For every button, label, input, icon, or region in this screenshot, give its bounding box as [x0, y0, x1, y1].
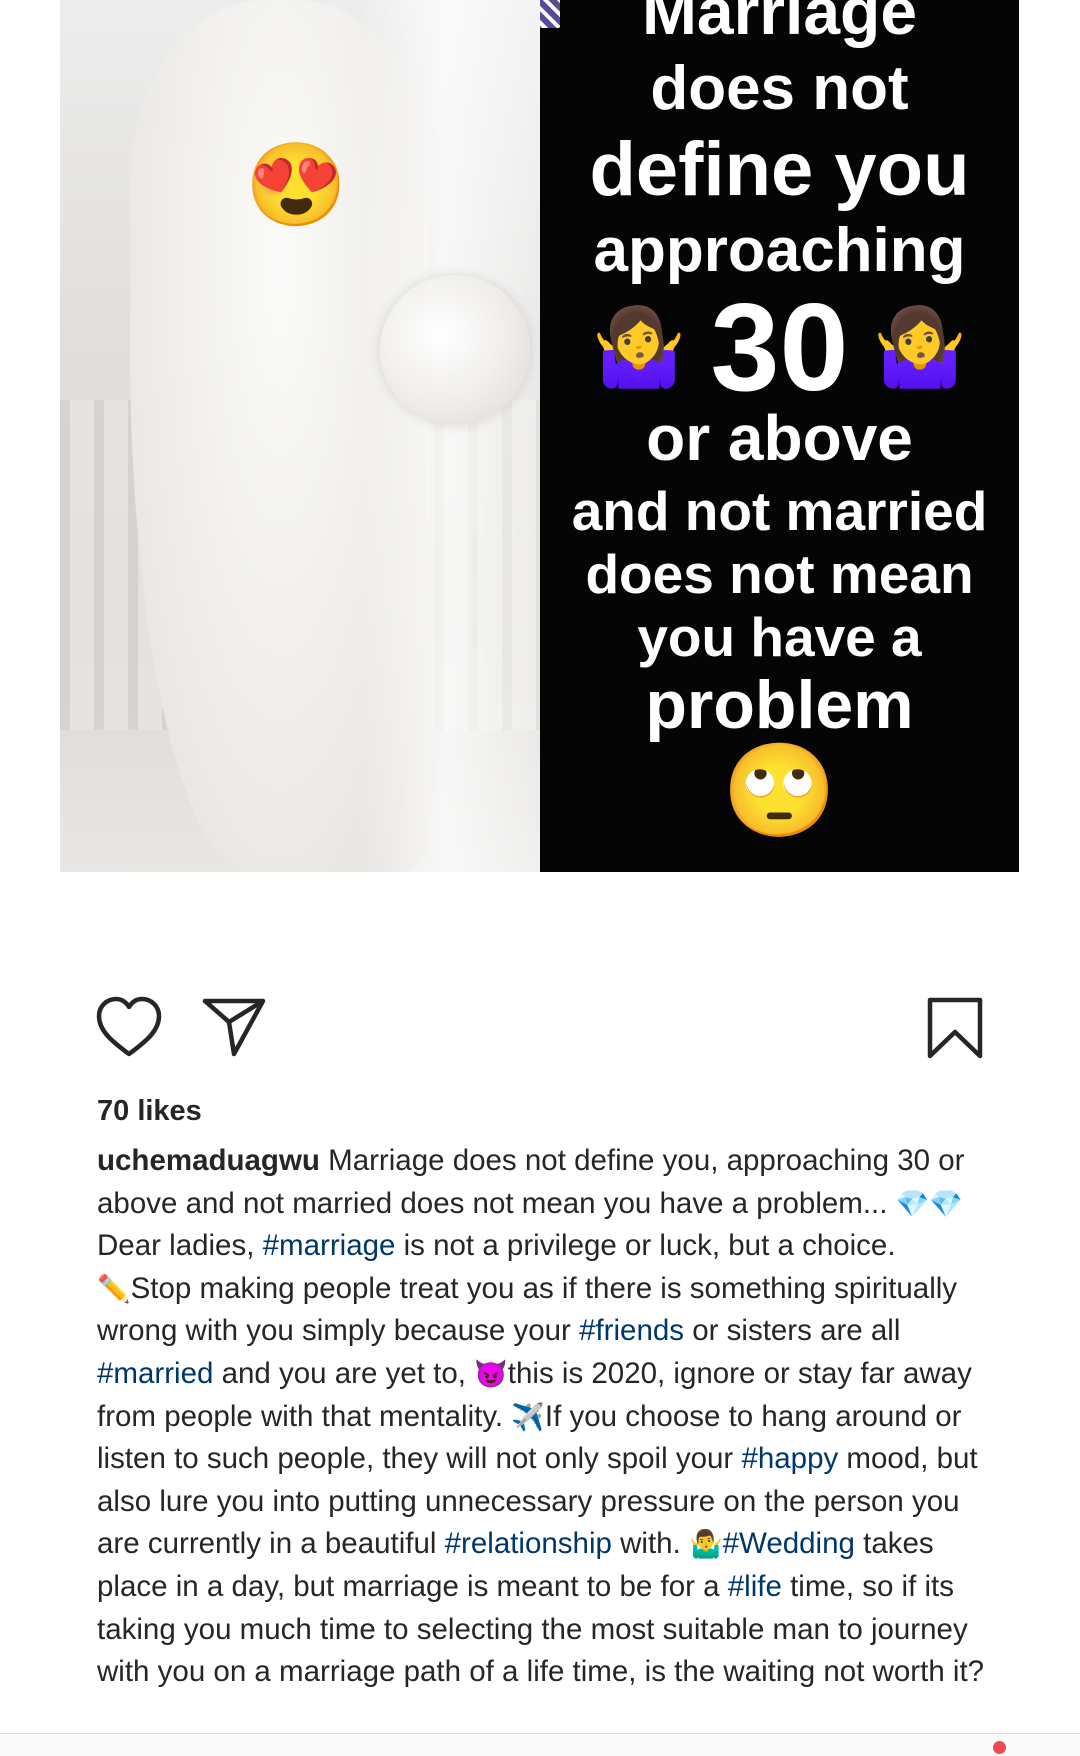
quote-line: approaching: [593, 216, 966, 285]
hashtag-link[interactable]: #Wedding: [723, 1527, 855, 1560]
hashtag-link[interactable]: #life: [728, 1570, 782, 1603]
share-icon[interactable]: [202, 996, 266, 1063]
shrug-emoji: 🤷‍♀️: [591, 305, 687, 390]
quote-panel: Marriage does not define you approaching…: [540, 0, 1019, 872]
caption-text: or sisters are all: [684, 1314, 901, 1348]
hashtag-link[interactable]: #married: [97, 1357, 213, 1390]
hashtag-link[interactable]: #marriage: [263, 1229, 396, 1262]
bride-photo: 😍: [60, 0, 540, 872]
bottom-nav-bar: [0, 1733, 1080, 1756]
quote-line: Marriage: [641, 0, 918, 48]
hashtag-link[interactable]: #happy: [741, 1442, 838, 1475]
heart-icon[interactable]: [96, 996, 162, 1063]
caption-text: Dear ladies,: [97, 1229, 263, 1263]
eye-roll-emoji: 🙄: [722, 740, 837, 842]
hashtag-link[interactable]: #relationship: [445, 1527, 612, 1560]
devil-emoji: 😈: [474, 1358, 508, 1389]
quote-line: does not: [650, 54, 909, 123]
heart-eyes-emoji: 😍: [245, 140, 348, 231]
bookmark-icon[interactable]: [926, 996, 984, 1065]
post-image[interactable]: 😍 Marriage does not define you approachi…: [60, 0, 1019, 872]
pencil-emoji: ✏️: [97, 1273, 131, 1304]
post-actions: [96, 996, 984, 1068]
quote-line: you have a: [637, 606, 922, 668]
quote-number: 30: [710, 279, 849, 417]
hashtag-link[interactable]: #friends: [579, 1314, 684, 1347]
quote-number-row: 🤷‍♀️ 30 🤷‍♀️: [592, 286, 967, 410]
caption-text: is not a privilege or luck, but a choice…: [395, 1229, 896, 1263]
quote-line: define you: [589, 127, 970, 212]
airplane-emoji: ✈️: [511, 1401, 545, 1432]
likes-count[interactable]: 70 likes: [97, 1095, 202, 1128]
caption-text: with.: [611, 1527, 689, 1561]
profile-thumbnail: [540, 0, 560, 28]
veil: [360, 0, 540, 872]
post-caption: uchemaduagwu Marriage does not define yo…: [97, 1140, 987, 1736]
notification-dot: [993, 1741, 1006, 1754]
shrug-emoji: 🤷‍♀️: [872, 305, 968, 390]
quote-line: or above: [646, 402, 913, 474]
bouquet: [380, 275, 530, 425]
username-link[interactable]: uchemaduagwu: [97, 1144, 320, 1177]
quote-line: and not married: [571, 480, 988, 542]
gem-emoji: 💎💎: [895, 1188, 963, 1219]
quote-line: problem: [645, 667, 914, 743]
caption-text: and you are yet to,: [213, 1356, 475, 1390]
quote-line: does not mean: [585, 543, 974, 605]
man-shrugging-emoji: 🤷‍♂️: [688, 1529, 723, 1560]
